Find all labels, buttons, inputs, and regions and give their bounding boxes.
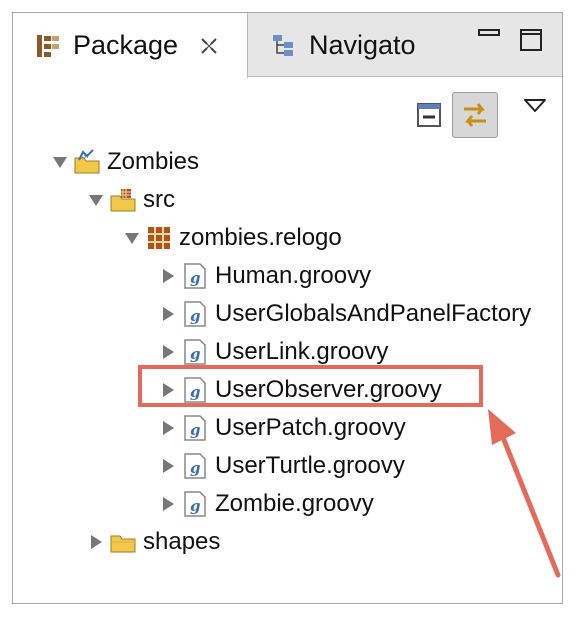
tree-item-zombies-relogo[interactable]: zombies.relogo (123, 219, 342, 257)
tab-label: Package (73, 30, 179, 60)
svg-text:g: g (190, 497, 201, 515)
tree-item-shapes[interactable]: shapes (87, 523, 220, 561)
groovy-file-icon: g (184, 415, 206, 441)
tree-item-label: shapes (143, 528, 221, 555)
expand-arrow-icon[interactable] (87, 191, 105, 209)
collapsed-arrow-icon[interactable] (87, 533, 105, 551)
collapsed-arrow-icon[interactable] (159, 267, 177, 285)
folder-icon (110, 535, 136, 553)
groovy-file-icon: g (184, 339, 206, 365)
close-icon[interactable] (198, 35, 220, 57)
maximize-icon[interactable] (518, 27, 544, 53)
tree-item-userpatch-groovy[interactable]: g UserPatch.groovy (159, 409, 406, 447)
navigator-icon (273, 35, 293, 56)
tree-item-label: Human.groovy (215, 262, 372, 289)
svg-text:g: g (190, 345, 201, 363)
svg-text:g: g (190, 307, 201, 325)
groovy-file-icon: g (184, 263, 206, 289)
tree-item-label: UserGlobalsAndPanelFactory (215, 300, 532, 327)
svg-text:Gr: Gr (81, 152, 89, 160)
svg-text:g: g (190, 421, 201, 439)
view-tab-bar: Package Navigato (13, 13, 562, 78)
collapsed-arrow-icon[interactable] (159, 495, 177, 513)
tree-item-userturtle-groovy[interactable]: g UserTurtle.groovy (159, 447, 405, 485)
collapse-all-button[interactable] (412, 98, 446, 132)
collapsed-arrow-icon[interactable] (159, 305, 177, 323)
svg-text:g: g (190, 269, 201, 287)
tab-package-explorer[interactable]: Package (13, 13, 248, 78)
tree-item-userglobalsandpanelfactory[interactable]: g UserGlobalsAndPanelFactory (159, 295, 531, 333)
groovy-file-icon: g (184, 491, 206, 517)
collapsed-arrow-icon[interactable] (159, 457, 177, 475)
minimize-icon[interactable] (476, 27, 502, 53)
collapse-all-icon (417, 103, 441, 127)
link-with-editor-icon (464, 103, 486, 127)
tree-item-zombies[interactable]: Gr Zombies (51, 143, 199, 181)
tree-item-label: UserTurtle.groovy (215, 452, 405, 479)
collapsed-arrow-icon[interactable] (159, 419, 177, 437)
tree-item-label: UserPatch.groovy (215, 414, 406, 441)
collapsed-arrow-icon[interactable] (159, 343, 177, 361)
tree-item-label: zombies.relogo (179, 224, 342, 251)
highlight-box (138, 365, 483, 407)
tree-item-label: Zombie.groovy (215, 490, 374, 517)
tree-item-zombie-groovy[interactable]: g Zombie.groovy (159, 485, 374, 523)
annotation-arrow-icon (488, 409, 561, 578)
package-icon (148, 227, 170, 249)
link-with-editor-button[interactable] (452, 92, 498, 138)
tree-item-src[interactable]: src (87, 181, 175, 219)
tree-item-label: Zombies (107, 148, 200, 175)
expand-arrow-icon[interactable] (51, 153, 69, 171)
package-explorer-icon (37, 34, 59, 57)
groovy-file-icon: g (184, 453, 206, 479)
svg-text:g: g (190, 459, 201, 477)
source-folder-icon (110, 189, 136, 212)
tree-item-label: src (143, 186, 175, 213)
tab-label: Navigato (309, 29, 416, 60)
view-toolbar (412, 89, 548, 141)
tree-item-human-groovy[interactable]: g Human.groovy (159, 257, 371, 295)
groovy-project-icon: Gr (74, 149, 100, 174)
view-menu-icon[interactable] (522, 96, 548, 116)
window-controls (476, 27, 544, 53)
tab-navigator[interactable]: Navigato (261, 13, 416, 77)
expand-arrow-icon[interactable] (123, 229, 141, 247)
groovy-file-icon: g (184, 301, 206, 327)
